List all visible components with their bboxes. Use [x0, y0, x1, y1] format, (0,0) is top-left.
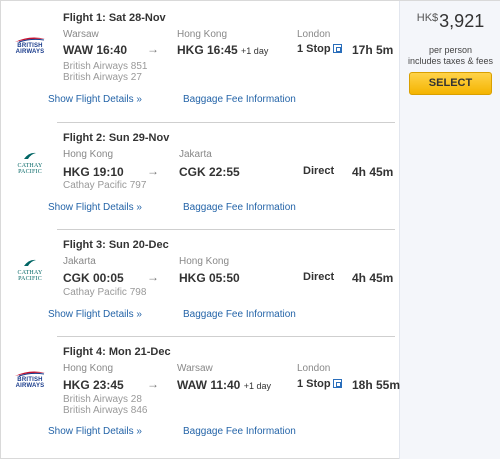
arrival-time-value: HKG 16:45: [177, 43, 238, 57]
logo-text: AIRWAYS: [15, 383, 45, 389]
arrival-city: Hong Kong: [179, 256, 230, 267]
baggage-fee-link[interactable]: Baggage Fee Information: [183, 309, 296, 320]
popup-icon[interactable]: [332, 379, 342, 388]
arrow-right-icon: →: [147, 42, 159, 56]
show-flight-details-label: Show Flight Details: [48, 309, 134, 320]
arrival-city: Hong Kong: [177, 29, 228, 40]
flight-title: Flight 3: Sun 20-Dec: [63, 239, 169, 251]
brushwing-icon: [24, 259, 36, 266]
duration: 4h 45m: [352, 271, 394, 285]
show-flight-details-link[interactable]: Show Flight Details »: [48, 426, 142, 437]
popup-icon[interactable]: [332, 44, 342, 53]
baggage-fee-link[interactable]: Baggage Fee Information: [183, 94, 296, 105]
logo-text: CATHAY PACIFIC: [17, 163, 43, 175]
divider: [57, 122, 395, 123]
itinerary-card: HK$3,921 per person includes taxes & fee…: [0, 0, 500, 459]
show-flight-details-link[interactable]: Show Flight Details »: [48, 309, 142, 320]
show-flight-details-label: Show Flight Details: [48, 202, 134, 213]
airline-info: Cathay Pacific 798: [63, 287, 146, 298]
price-currency: HK$: [416, 12, 439, 24]
departure-time: HKG 23:45: [63, 378, 124, 392]
arrow-right-icon: →: [147, 270, 159, 284]
show-flight-details-label: Show Flight Details: [48, 426, 134, 437]
duration: 17h 5m: [352, 43, 394, 57]
airline-flight: British Airways 27: [63, 72, 142, 83]
arrival-time: CGK 22:55: [179, 165, 240, 179]
arrival-city: Warsaw: [177, 363, 213, 374]
departure-time: HKG 19:10: [63, 165, 124, 179]
price-note-line1: per person: [428, 45, 473, 55]
cathay-pacific-logo: CATHAY PACIFIC: [9, 258, 51, 282]
price-note: per person includes taxes & fees: [400, 45, 500, 67]
chevron-down-icon: »: [136, 94, 142, 105]
departure-city: Hong Kong: [63, 363, 114, 374]
brushwing-icon: [24, 152, 36, 159]
airline-flight: British Airways 851: [63, 61, 148, 72]
flight-title: Flight 4: Mon 21-Dec: [63, 346, 171, 358]
arrow-right-icon: →: [147, 377, 159, 391]
stops[interactable]: 1 Stop: [297, 378, 342, 390]
show-flight-details-label: Show Flight Details: [48, 94, 134, 105]
arrival-city: Jakarta: [179, 149, 212, 160]
departure-time: WAW 16:40: [63, 43, 128, 57]
divider: [57, 229, 395, 230]
airline-info: British Airways 851 British Airways 27: [63, 61, 147, 83]
price-panel: HK$3,921 per person includes taxes & fee…: [399, 1, 500, 459]
arrival-time: HKG 16:45 +1 day: [177, 43, 268, 57]
airline-flight: Cathay Pacific 797: [63, 180, 147, 191]
divider: [57, 336, 395, 337]
price-note-line2: includes taxes & fees: [407, 56, 494, 66]
stopover-city: London: [297, 363, 331, 374]
stops: Direct: [303, 271, 335, 283]
arrow-right-icon: →: [147, 164, 159, 178]
arrival-time-value: WAW 11:40: [177, 378, 241, 392]
baggage-fee-link[interactable]: Baggage Fee Information: [183, 202, 296, 213]
duration: 18h 55m: [352, 378, 401, 392]
show-flight-details-link[interactable]: Show Flight Details »: [48, 202, 142, 213]
departure-city: Warsaw: [63, 29, 99, 40]
price: HK$3,921: [400, 11, 500, 32]
baggage-fee-link[interactable]: Baggage Fee Information: [183, 426, 296, 437]
chevron-down-icon: »: [136, 202, 142, 213]
british-airways-logo: BRITISH AIRWAYS: [9, 37, 51, 55]
airline-flight: British Airways 846: [63, 405, 148, 416]
departure-city: Hong Kong: [63, 149, 114, 160]
stopover-city: London: [297, 29, 331, 40]
logo-text: AIRWAYS: [15, 49, 45, 55]
airline-flight: British Airways 28: [63, 394, 142, 405]
flight-title: Flight 1: Sat 28-Nov: [63, 12, 166, 24]
arrival-time: WAW 11:40 +1 day: [177, 378, 271, 392]
cathay-pacific-logo: CATHAY PACIFIC: [9, 151, 51, 175]
stops-label: 1 Stop: [297, 43, 331, 55]
duration: 4h 45m: [352, 165, 394, 179]
british-airways-logo: BRITISH AIRWAYS: [9, 371, 51, 389]
airline-info: Cathay Pacific 797: [63, 180, 146, 191]
airline-info: British Airways 28 British Airways 846: [63, 394, 147, 416]
flight-title: Flight 2: Sun 29-Nov: [63, 132, 170, 144]
select-button[interactable]: SELECT: [409, 72, 492, 95]
departure-city: Jakarta: [63, 256, 96, 267]
chevron-down-icon: »: [136, 309, 142, 320]
airline-flight: Cathay Pacific 798: [63, 287, 147, 298]
stops: Direct: [303, 165, 335, 177]
day-offset: +1 day: [243, 381, 271, 391]
day-offset: +1 day: [241, 46, 269, 56]
stops[interactable]: 1 Stop: [297, 43, 342, 55]
arrival-time: HKG 05:50: [179, 271, 240, 285]
departure-time: CGK 00:05: [63, 271, 124, 285]
stops-label: 1 Stop: [297, 378, 331, 390]
logo-text: CATHAY PACIFIC: [17, 270, 43, 282]
chevron-down-icon: »: [136, 426, 142, 437]
show-flight-details-link[interactable]: Show Flight Details »: [48, 94, 142, 105]
price-amount: 3,921: [439, 11, 485, 31]
